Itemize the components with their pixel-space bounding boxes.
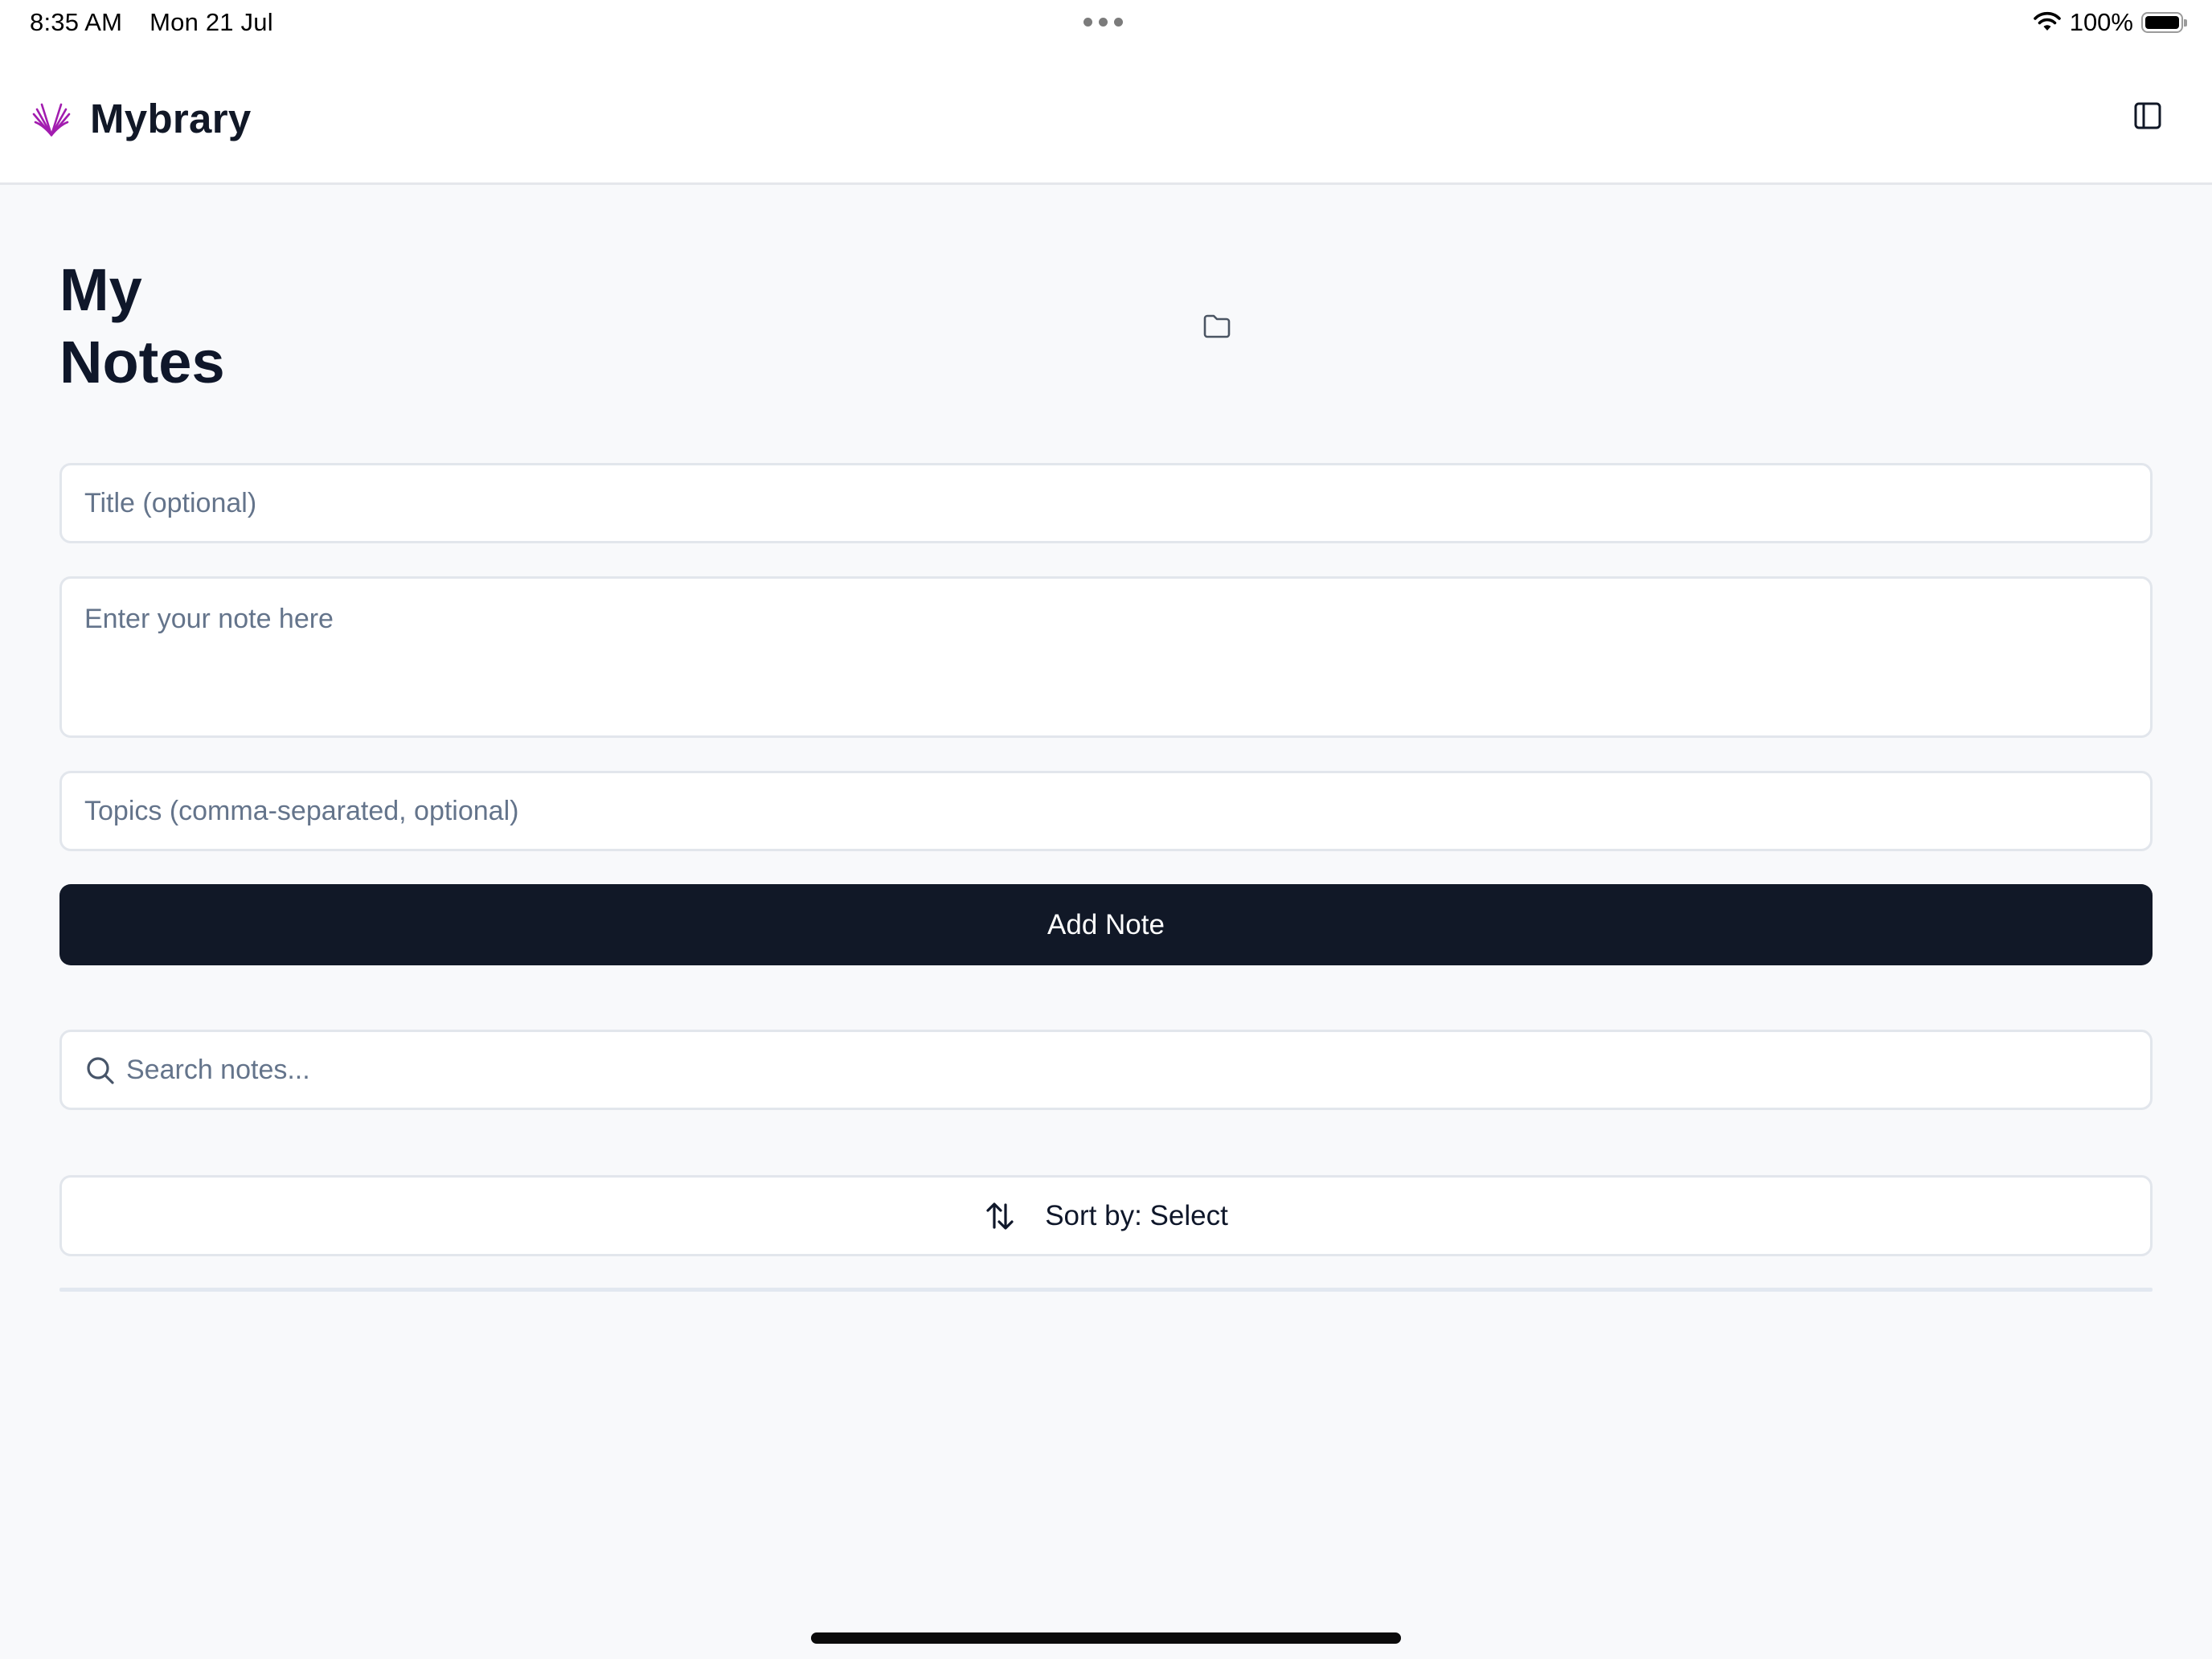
home-indicator[interactable] xyxy=(811,1632,1401,1644)
sort-label: Sort by: Select xyxy=(1045,1199,1228,1231)
search-input[interactable] xyxy=(126,1032,2120,1108)
status-indicators: 100% xyxy=(2033,8,2187,37)
multitasking-dots-icon[interactable] xyxy=(1083,18,1123,27)
divider xyxy=(59,1288,2153,1292)
sidebar-toggle-icon[interactable] xyxy=(2130,98,2165,133)
book-wings-logo xyxy=(32,103,71,137)
status-bar: 8:35 AM Mon 21 Jul 100% xyxy=(0,0,2212,48)
battery-percent: 100% xyxy=(2069,8,2133,36)
add-note-button[interactable]: Add Note xyxy=(59,884,2153,965)
sort-arrows-icon xyxy=(986,1202,1014,1230)
search-box[interactable] xyxy=(59,1030,2153,1110)
app-name: Mybrary xyxy=(90,96,252,141)
battery-icon xyxy=(2141,12,2187,33)
sort-button[interactable]: Sort by: Select xyxy=(59,1175,2153,1256)
search-icon xyxy=(87,1057,114,1084)
status-time: 8:35 AM xyxy=(30,8,123,36)
status-date: Mon 21 Jul xyxy=(150,8,273,36)
status-time-date: 8:35 AM Mon 21 Jul xyxy=(30,8,273,37)
title-input[interactable] xyxy=(59,463,2153,543)
page-title: My Notes xyxy=(59,256,225,395)
brand[interactable]: Mybrary xyxy=(31,95,252,142)
note-textarea[interactable] xyxy=(59,576,2153,738)
folder-icon[interactable] xyxy=(1199,309,1235,344)
topics-input[interactable] xyxy=(59,771,2153,851)
wifi-icon xyxy=(2033,11,2061,31)
app-header: Mybrary xyxy=(0,48,2212,185)
